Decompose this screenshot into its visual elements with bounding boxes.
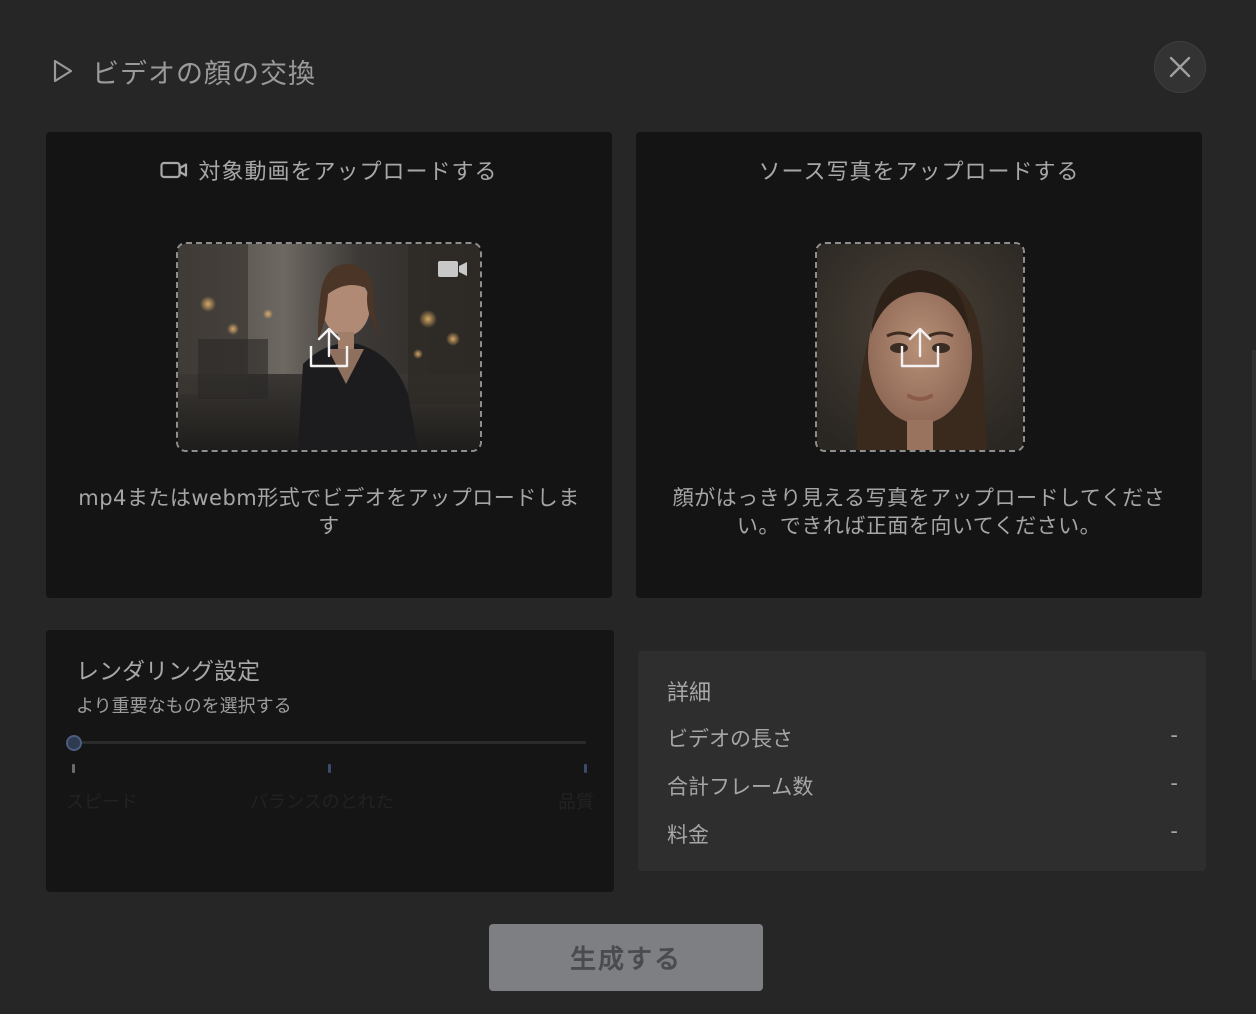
details-title: 詳細 — [667, 681, 712, 706]
detail-value: - — [1170, 723, 1178, 747]
rendering-settings-card: レンダリング設定 より重要なものを選択する スピード バランスのとれた 品質 — [46, 630, 614, 892]
slider-label-speed[interactable]: スピード — [66, 788, 138, 814]
detail-row-total-frames: 合計フレーム数 - — [667, 771, 1178, 801]
upload-photo-heading: ソース写真をアップロードする — [636, 154, 1202, 186]
close-x-icon — [1169, 56, 1191, 78]
detail-row-video-length: ビデオの長さ - — [667, 723, 1178, 753]
upload-video-description: mp4またはwebm形式でビデオをアップロードします — [78, 486, 580, 538]
detail-value: - — [1170, 819, 1178, 843]
upload-photo-description: 顔がはっきり見える写真をアップロードしてください。できれば正面を向いてください。 — [672, 486, 1166, 538]
rendering-settings-title: レンダリング設定 — [76, 659, 260, 685]
upload-video-heading: 対象動画をアップロードする — [46, 154, 612, 186]
detail-value: - — [1170, 771, 1178, 795]
detail-label: 料金 — [667, 823, 709, 847]
upload-arrow-icon — [900, 327, 940, 368]
details-panel: 詳細 ビデオの長さ - 合計フレーム数 - 料金 - — [638, 651, 1206, 871]
rendering-settings-subtitle: より重要なものを選択する — [76, 696, 292, 717]
slider-tick-speed — [72, 764, 75, 773]
detail-label: 合計フレーム数 — [667, 775, 814, 799]
generate-button[interactable]: 生成する — [489, 924, 763, 991]
face-swap-modal: ビデオの顔の交換 対象動画をアップロードする mp4またはwebm形式でビデオを… — [0, 0, 1256, 1014]
upload-photo-card: ソース写真をアップロードする 顔がはっきり見える写真をアップロードしてください。… — [636, 132, 1202, 598]
slider-label-quality[interactable]: 品質 — [558, 788, 594, 814]
video-camera-icon — [160, 161, 188, 179]
video-camera-icon — [438, 261, 467, 277]
photo-dropzone[interactable] — [815, 242, 1025, 452]
quality-slider-track[interactable] — [74, 741, 586, 744]
slider-label-balanced[interactable]: バランスのとれた — [250, 788, 394, 814]
video-dropzone[interactable] — [176, 242, 482, 452]
upload-video-title: 対象動画をアップロードする — [198, 160, 498, 185]
play-outline-icon — [53, 59, 73, 83]
detail-label: ビデオの長さ — [667, 727, 793, 751]
slider-tick-quality — [584, 764, 587, 773]
upload-arrow-icon — [309, 327, 349, 368]
upload-photo-title: ソース写真をアップロードする — [758, 160, 1080, 185]
slider-tick-balanced — [328, 764, 331, 773]
quality-slider-thumb[interactable] — [66, 735, 82, 751]
upload-video-card: 対象動画をアップロードする mp4またはwebm形式でビデオをアップロードします — [46, 132, 612, 598]
detail-row-price: 料金 - — [667, 819, 1178, 849]
modal-title: ビデオの顔の交換 — [92, 59, 316, 90]
scroll-edge — [1252, 350, 1256, 680]
close-button[interactable] — [1154, 41, 1206, 93]
